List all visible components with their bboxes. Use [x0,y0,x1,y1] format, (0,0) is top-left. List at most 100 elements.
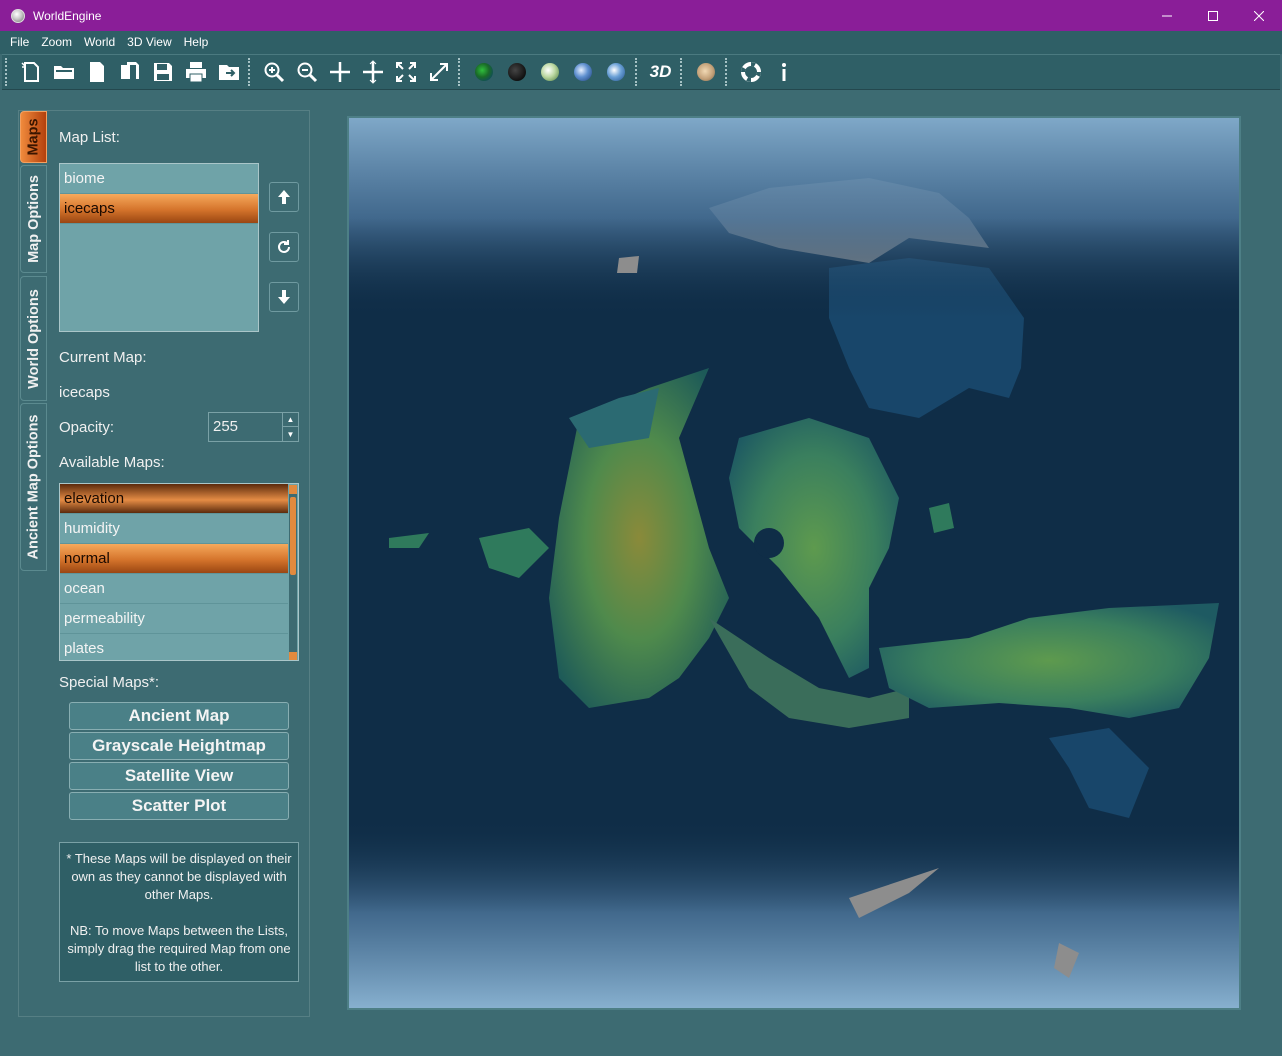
center-button[interactable] [356,56,389,88]
tab-ancient-map-options[interactable]: Ancient Map Options [20,403,47,571]
save-button[interactable] [146,56,179,88]
satellite-view-button[interactable]: Satellite View [69,762,289,790]
save-icon [153,63,172,81]
minimize-icon [1162,15,1172,16]
map-view[interactable] [347,116,1241,1010]
opacity-label: Opacity: [59,419,115,436]
tab-world-options-label: World Options [25,288,42,389]
scroll-down-arrow[interactable] [289,652,297,660]
print-icon [185,62,206,83]
tab-world-options[interactable]: World Options [20,276,47,401]
current-map-value: icecaps [59,384,110,401]
fullscreen-icon [429,63,448,81]
open-folder-icon [53,66,74,79]
help-button[interactable] [734,56,767,88]
opacity-spinbox[interactable]: 255 ▲ ▼ [208,412,299,442]
maximize-button[interactable] [1190,0,1236,31]
menu-3d-view[interactable]: 3D View [121,31,177,54]
app-globe-icon [11,8,25,23]
spin-up-button[interactable]: ▲ [283,413,298,427]
list-item[interactable]: humidity [60,514,288,544]
move-icon [329,62,350,82]
scroll-up-arrow[interactable] [289,485,297,494]
grayscale-heightmap-button[interactable]: Grayscale Heightmap [69,732,289,760]
zoom-out-icon [297,62,317,83]
list-item[interactable]: icecaps [60,194,258,224]
world-green-button[interactable] [467,56,500,88]
world-dark-button[interactable] [500,56,533,88]
list-item[interactable]: plates [60,634,288,660]
maximize-icon [1208,10,1218,21]
close-icon [1254,10,1264,21]
info-button[interactable] [767,56,800,88]
refresh-icon [278,240,290,253]
print-button[interactable] [179,56,212,88]
move-down-button[interactable] [269,282,299,312]
list-item[interactable]: elevation [60,484,288,514]
tab-map-options-label: Map Options [25,175,42,263]
minimize-button[interactable] [1144,0,1190,31]
available-maps-list[interactable]: elevation humidity normal ocean permeabi… [59,483,299,661]
compass-button[interactable] [689,56,722,88]
ancient-map-button[interactable]: Ancient Map [69,702,289,730]
toolbar-grip[interactable] [635,58,641,86]
world-dark-icon [507,63,526,81]
world-blue-icon [573,63,592,81]
scroll-thumb[interactable] [290,497,296,575]
world-white-button[interactable] [533,56,566,88]
new-file-button[interactable] [14,56,47,88]
toolbar-grip[interactable] [725,58,731,86]
scatter-plot-button[interactable]: Scatter Plot [69,792,289,820]
opacity-value[interactable]: 255 [213,413,238,441]
map-list-label: Map List: [59,129,120,146]
zoom-in-icon [264,62,284,83]
zoom-in-button[interactable] [257,56,290,88]
map-list[interactable]: biome icecaps [59,163,259,332]
fit-screen-button[interactable] [389,56,422,88]
toolbar-grip[interactable] [680,58,686,86]
list-item[interactable]: permeability [60,604,288,634]
list-item[interactable]: biome [60,164,258,194]
export-button[interactable] [212,56,245,88]
help-lifebuoy-icon [740,62,761,82]
new-file-icon [20,62,39,82]
menu-world[interactable]: World [78,31,121,54]
spin-down-button[interactable]: ▼ [283,427,298,441]
refresh-button[interactable] [269,232,299,262]
zoom-out-button[interactable] [290,56,323,88]
world-globe-button[interactable] [599,56,632,88]
toolbar-grip[interactable] [5,58,11,86]
world-blue-button[interactable] [566,56,599,88]
view-3d-label: 3D [649,62,672,81]
copy-button[interactable] [113,56,146,88]
list-item[interactable]: normal [60,544,288,574]
available-maps-label: Available Maps: [59,454,165,471]
move-button[interactable] [323,56,356,88]
open-file-icon [89,62,104,82]
compass-icon [696,63,715,81]
center-icon [362,60,383,84]
menu-help[interactable]: Help [178,31,215,54]
tab-map-options[interactable]: Map Options [20,165,47,273]
close-button[interactable] [1236,0,1282,31]
list-scrollbar[interactable] [289,485,297,660]
view-3d-button[interactable]: 3D [644,56,677,88]
export-icon [218,65,239,80]
world-globe-icon [606,63,625,81]
tab-maps[interactable]: Maps [20,111,47,163]
fullscreen-button[interactable] [422,56,455,88]
tab-ancient-map-options-label: Ancient Map Options [25,414,42,560]
help-note: * These Maps will be displayed on their … [59,842,299,982]
move-up-button[interactable] [269,182,299,212]
toolbar-grip[interactable] [248,58,254,86]
menu-file[interactable]: File [4,31,35,54]
menu-zoom[interactable]: Zoom [35,31,78,54]
list-item[interactable]: ocean [60,574,288,604]
open-folder-button[interactable] [47,56,80,88]
maps-panel: Maps Map Options World Options Ancient M… [18,110,310,1017]
toolbar: 3D [2,54,1280,90]
tab-maps-label: Maps [25,118,42,156]
toolbar-grip[interactable] [458,58,464,86]
menu-bar: File Zoom World 3D View Help [0,31,1282,54]
open-file-button[interactable] [80,56,113,88]
